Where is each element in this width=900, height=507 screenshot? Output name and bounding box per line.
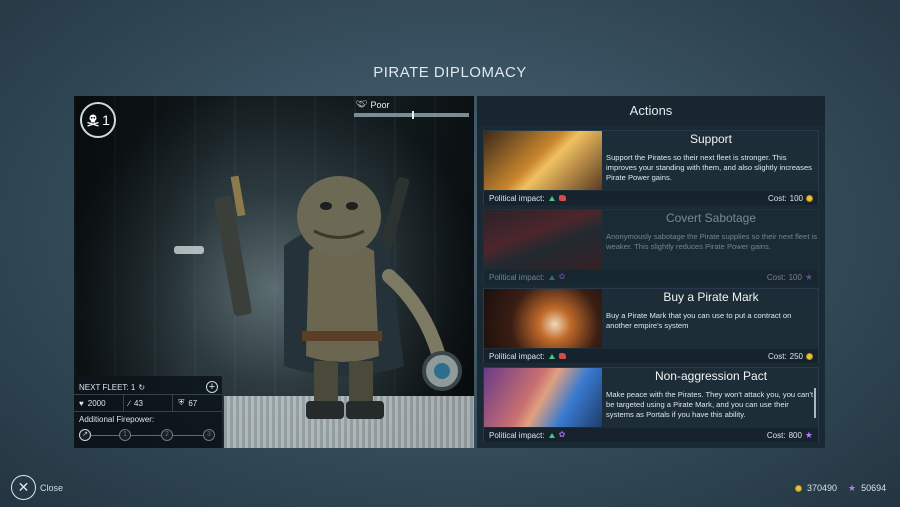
political-impact-label: Political impact:	[489, 272, 545, 282]
influence-star-icon: ★	[848, 482, 857, 493]
handshake-image	[484, 368, 602, 427]
skull-crossbones-icon	[87, 114, 99, 127]
firepower-track: ↗ 1 2 3	[79, 427, 217, 443]
action-card-buy-pirate-mark[interactable]: Buy a Pirate Mark Buy a Pirate Mark that…	[483, 288, 819, 363]
action-name: Covert Sabotage	[665, 211, 757, 225]
credits-coin-icon	[806, 352, 813, 360]
action-description: Support the Pirates so their next fleet …	[606, 153, 812, 182]
credits-resource: 370490	[795, 483, 837, 493]
pirate-character-image	[214, 175, 462, 419]
increase-arrow-icon	[548, 195, 555, 201]
shield-icon: ⛨	[178, 398, 185, 407]
influence-resource: ★ 50694	[848, 483, 886, 493]
military-fist-icon	[558, 353, 566, 359]
close-button[interactable]: ✕	[11, 475, 36, 500]
influence-star-icon: ★	[804, 429, 813, 440]
standing-meter: 🤝︎ Poor	[354, 99, 469, 119]
firepower-track-line	[91, 435, 211, 436]
firepower-step-2[interactable]: 2	[161, 429, 173, 441]
next-fleet-label: NEXT FLEET: 1	[79, 382, 136, 392]
increase-arrow-icon	[548, 274, 555, 280]
support-image	[484, 131, 602, 190]
fleet-health-value: 2000	[87, 398, 106, 408]
military-fist-icon	[558, 195, 566, 201]
pirate-level-value: 1	[102, 112, 110, 128]
cost-value: 250	[789, 351, 803, 361]
action-name: Buy a Pirate Mark	[663, 290, 759, 304]
action-description: Anonymously sabotage the Pirate supplies…	[606, 232, 818, 251]
handshake-icon: 🤝︎	[356, 99, 368, 109]
close-icon: ✕	[17, 479, 30, 495]
next-fleet-panel: NEXT FLEET: 1 ↻ + ♥ 2000 ∕ 43 ⛨ 67 Addit…	[74, 376, 222, 448]
fleet-attack-stat: ∕ 43	[124, 395, 174, 411]
refresh-icon: ↻	[138, 382, 146, 392]
action-card-non-aggression-pact[interactable]: Non-aggression Pact Make peace with the …	[483, 367, 819, 442]
action-name: Non-aggression Pact	[654, 369, 768, 383]
political-impact-label: Political impact:	[489, 430, 545, 440]
standing-bar	[354, 111, 469, 119]
cost-value: 100	[788, 272, 802, 282]
fleet-attack-value: 43	[134, 398, 143, 408]
political-impact-label: Political impact:	[489, 193, 545, 203]
action-description: Buy a Pirate Mark that you can use to pu…	[606, 311, 792, 330]
credits-value: 370490	[807, 483, 838, 493]
sabotage-image	[484, 210, 602, 269]
action-name: Support	[689, 132, 733, 146]
influence-star-icon: ★	[804, 271, 813, 282]
political-impact-label: Political impact:	[489, 351, 545, 361]
firepower-rocket-icon[interactable]: ↗	[79, 429, 91, 441]
cost-label: Cost:	[767, 193, 787, 203]
fleet-defense-value: 67	[188, 398, 198, 408]
influence-value: 50694	[861, 483, 887, 493]
action-card-covert-sabotage[interactable]: Covert Sabotage Anonymously sabotage the…	[483, 209, 819, 284]
cost-label: Cost:	[767, 351, 787, 361]
additional-firepower-label: Additional Firepower:	[79, 415, 155, 424]
weapon-icon: ∕	[128, 398, 131, 408]
pirate-level-badge: 1	[80, 102, 116, 138]
increase-arrow-icon	[548, 432, 555, 438]
standing-marker	[411, 111, 414, 119]
credits-coin-icon	[795, 484, 802, 492]
influence-flower-icon: ✿	[558, 272, 566, 281]
pirate-mark-image	[484, 289, 602, 348]
standing-label: Poor	[370, 99, 390, 110]
fleet-health-stat: ♥ 2000	[74, 395, 124, 411]
close-label[interactable]: Close	[40, 483, 63, 493]
action-card-support[interactable]: Support Support the Pirates so their nex…	[483, 130, 819, 205]
firepower-step-1[interactable]: 1	[119, 429, 131, 441]
cost-label: Cost:	[766, 272, 786, 282]
actions-panel: Actions Support Support the Pirates so t…	[477, 96, 825, 448]
heart-icon: ♥	[79, 398, 84, 408]
cost-value: 100	[789, 193, 803, 203]
cost-label: Cost:	[766, 430, 786, 440]
credits-coin-icon	[806, 194, 813, 202]
increase-arrow-icon	[548, 353, 555, 359]
add-fleet-button[interactable]: +	[206, 381, 218, 393]
actions-title: Actions	[477, 96, 825, 126]
firepower-step-3[interactable]: 3	[203, 429, 215, 441]
description-scrollbar[interactable]	[814, 388, 816, 418]
pirate-portrait-panel: 1 🤝︎ Poor NEXT FLEET: 1 ↻ + ♥ 2000 ∕ 43	[74, 96, 474, 448]
cost-value: 800	[788, 430, 802, 440]
ceiling-light	[174, 246, 204, 254]
influence-flower-icon: ✿	[558, 430, 566, 439]
screen-title: PIRATE DIPLOMACY	[373, 64, 527, 81]
fleet-defense-stat: ⛨ 67	[173, 395, 222, 411]
action-description: Make peace with the Pirates. They won't …	[606, 390, 814, 419]
